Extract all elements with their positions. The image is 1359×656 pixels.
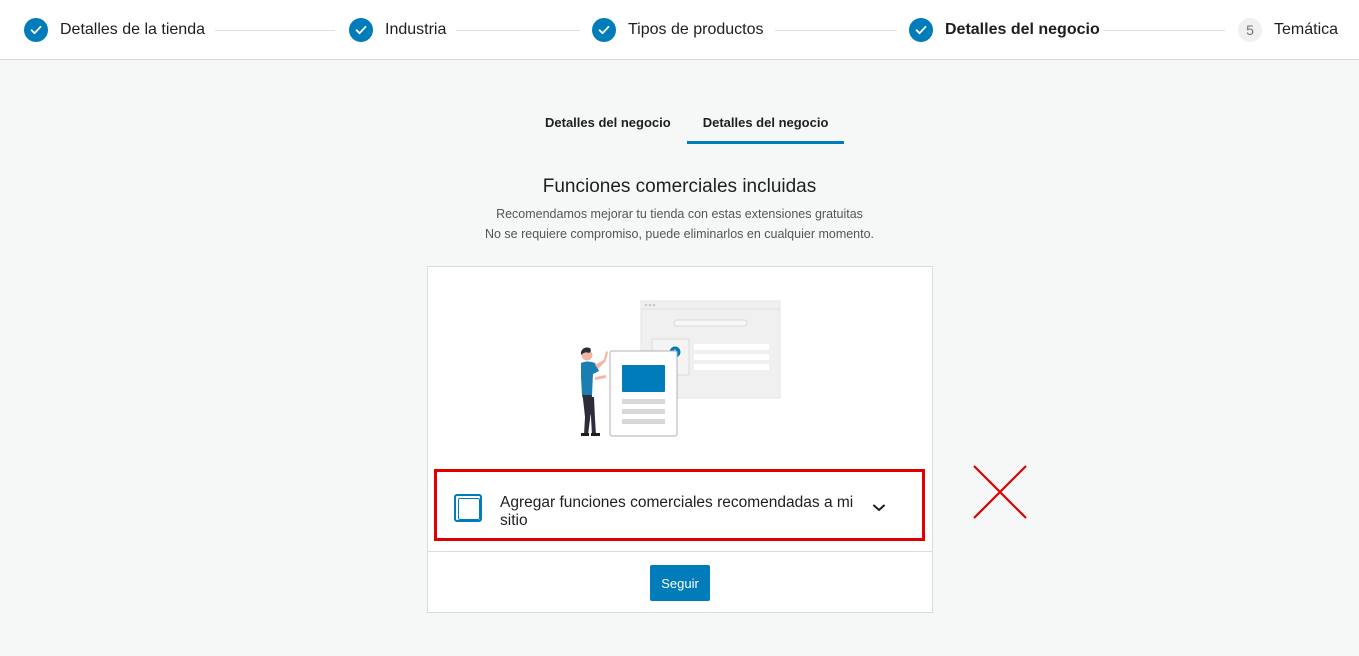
setup-stepper: Detalles de la tienda Industria Tipos de… [0,0,1359,60]
step-label: Detalles del negocio [945,21,1100,38]
step-connector [456,30,580,31]
step-number: 5 [1238,18,1262,42]
tab-business-details-2[interactable]: Detalles del negocio [686,100,845,144]
step-label: Tipos de productos [628,21,764,38]
recommended-features-toggle[interactable]: Agregar funciones comerciales recomendad… [434,469,925,541]
step-label: Industria [385,21,447,38]
step-product-types[interactable]: Tipos de productos [592,17,763,43]
recommended-features-checkbox[interactable] [454,494,482,522]
features-card: Agregar funciones comerciales recomendad… [427,266,933,613]
chevron-down-icon[interactable] [871,502,887,514]
recommended-features-label: Agregar funciones comerciales recomendad… [500,494,854,529]
continue-button[interactable]: Seguir [650,565,710,601]
step-label: Temática [1274,21,1339,38]
step-connector [215,30,335,31]
business-details-tabs: Detalles del negocio Detalles del negoci… [529,100,845,144]
page-subtitle-line1: Recomendamos mejorar tu tienda con estas… [496,207,863,221]
step-store-details[interactable]: Detalles de la tienda [24,17,205,43]
step-business-details[interactable]: Detalles del negocio [909,17,1100,43]
step-connector [775,30,897,31]
business-illustration [581,300,781,437]
check-icon [592,18,616,42]
check-icon [909,18,933,42]
page-subtitle-line2: No se requiere compromiso, puede elimina… [484,227,875,241]
cross-annotation-icon [973,465,1027,519]
tab-business-details-1[interactable]: Detalles del negocio [529,100,687,144]
step-industry[interactable]: Industria [349,17,446,43]
card-divider [428,551,932,552]
page-title: Funciones comerciales incluidas [542,176,817,197]
step-theme[interactable]: 5 Temática [1238,17,1338,43]
check-icon [24,18,48,42]
step-connector [1103,30,1225,31]
step-label: Detalles de la tienda [60,21,205,38]
check-icon [349,18,373,42]
